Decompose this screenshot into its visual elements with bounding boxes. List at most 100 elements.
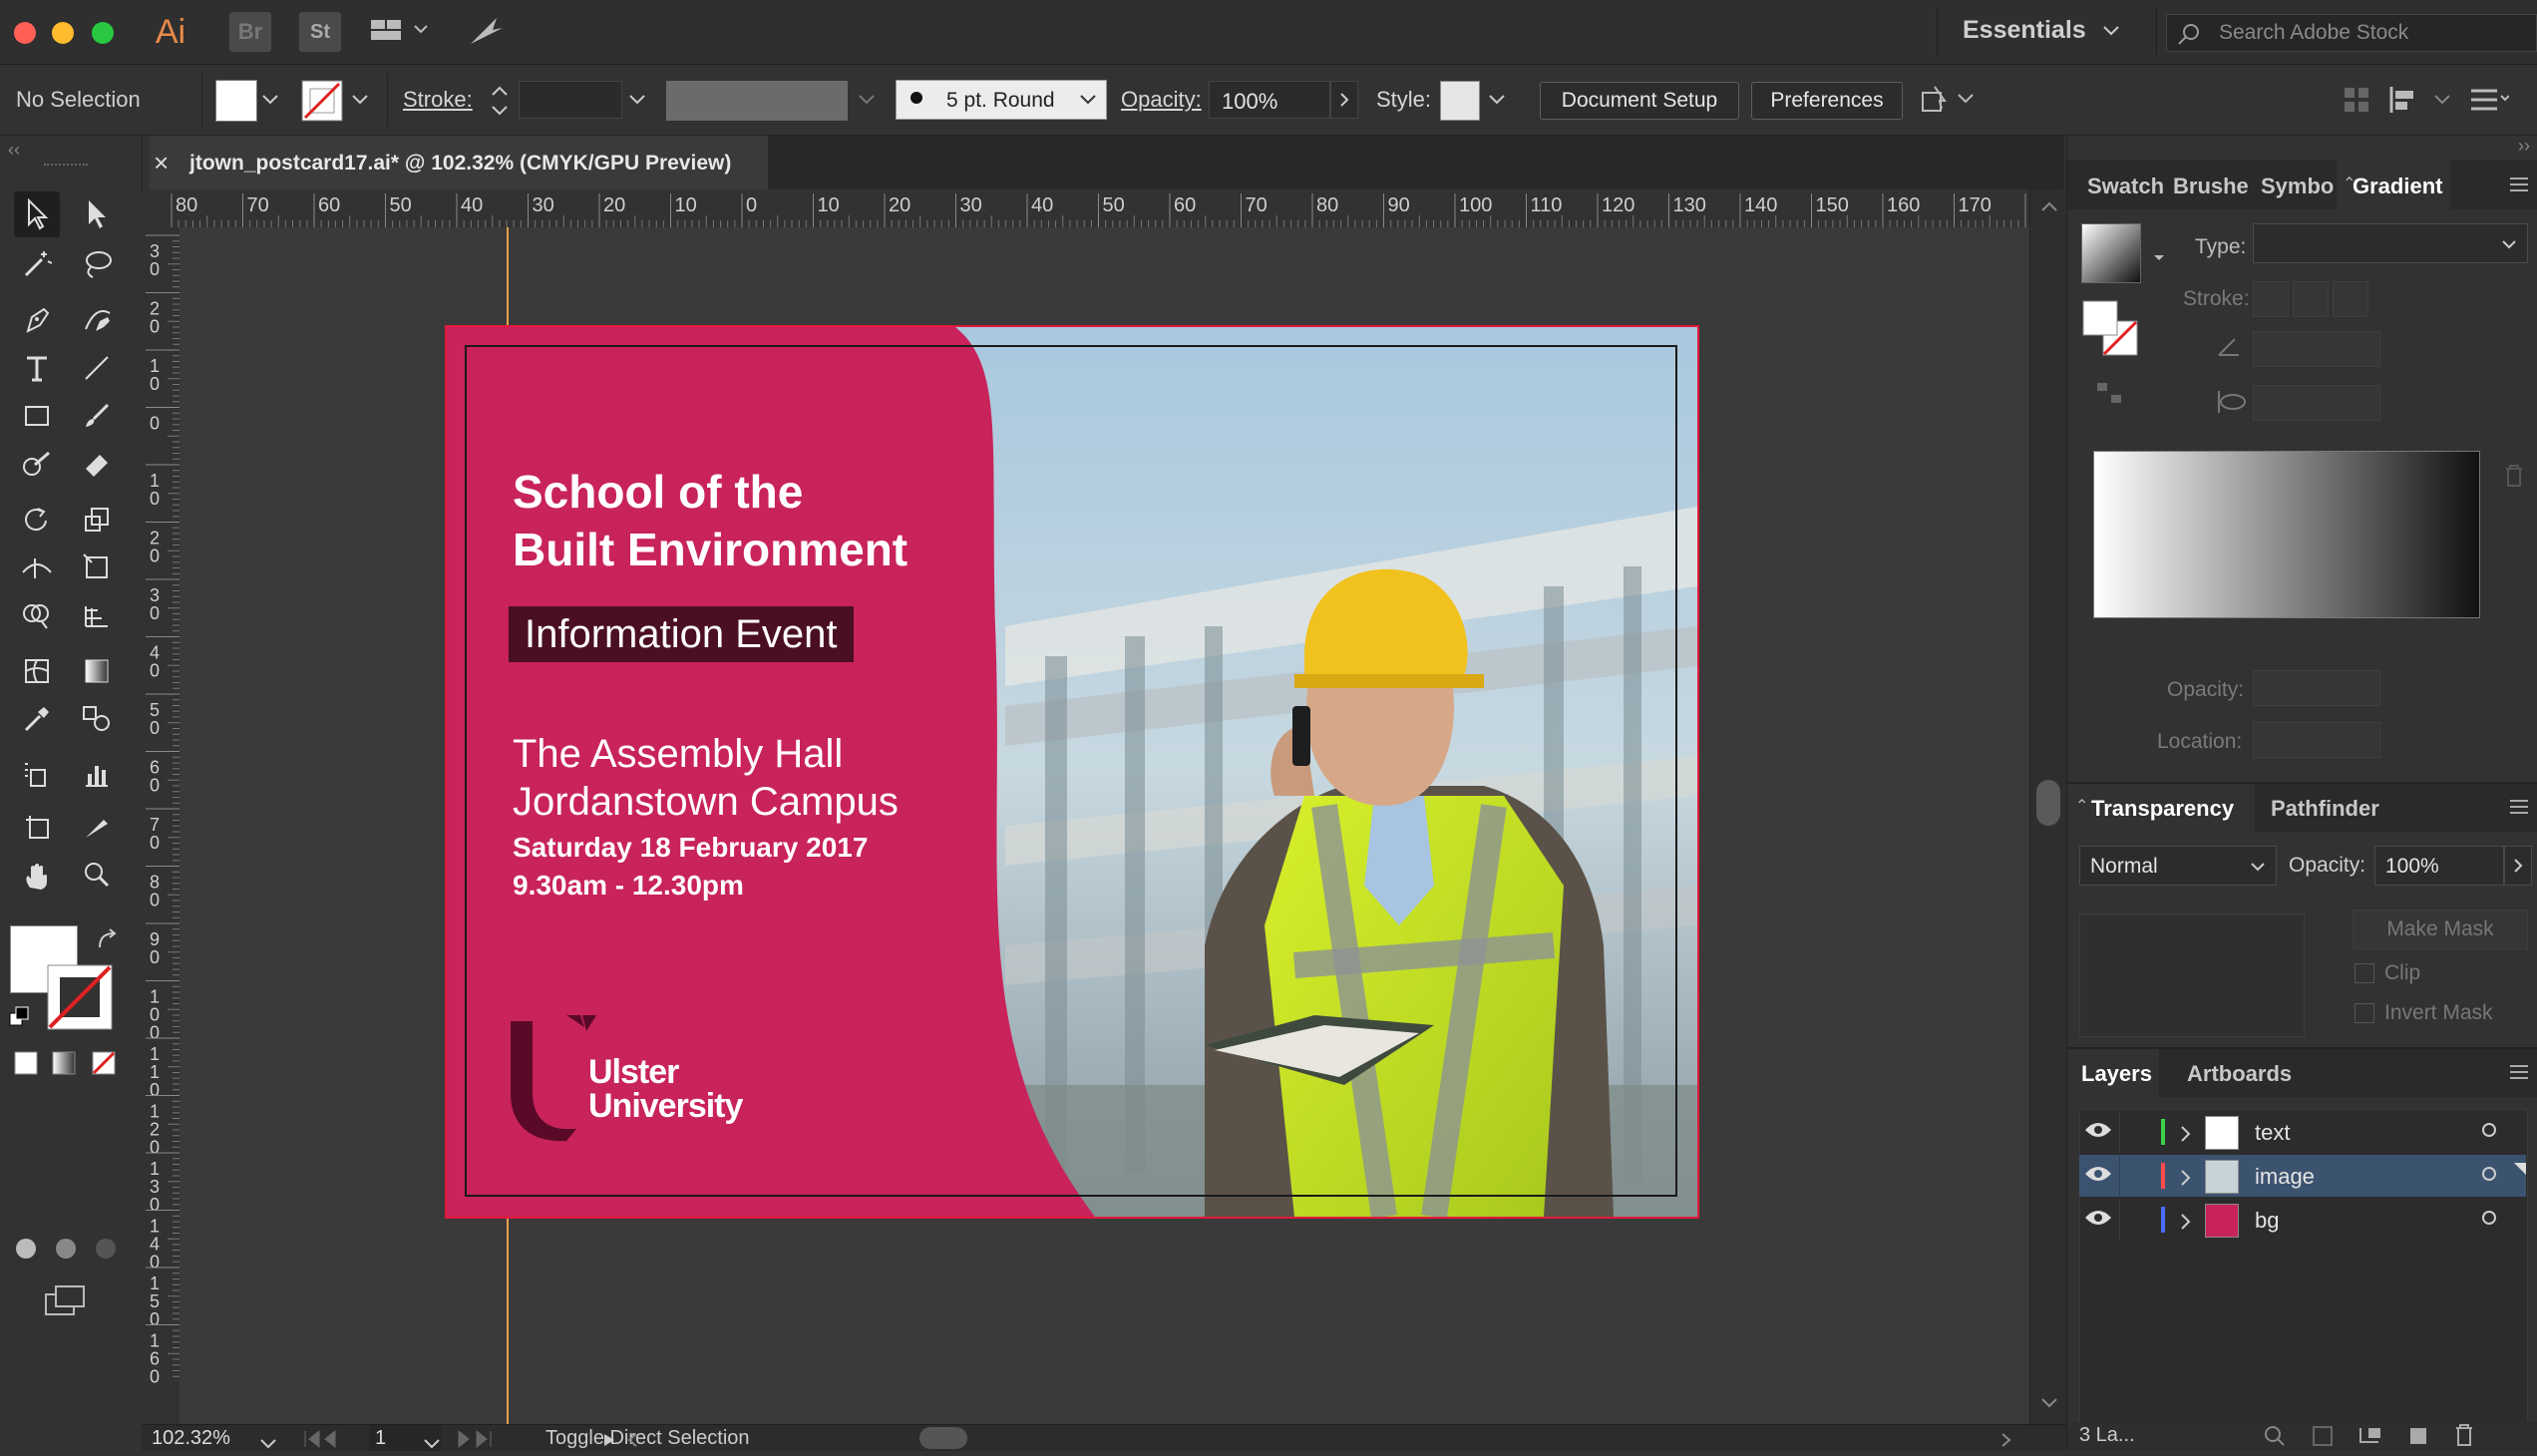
eraser-tool-icon[interactable]: [74, 441, 120, 487]
vertical-ruler[interactable]: 3020100102030405060708090100110120130140…: [142, 227, 181, 1424]
tab-transparency[interactable]: ⌃ Transparency: [2067, 784, 2255, 832]
align-icon[interactable]: [2342, 85, 2371, 115]
artboard-tool-icon[interactable]: [14, 804, 60, 850]
zoom-dropdown-icon[interactable]: [259, 1433, 277, 1456]
preferences-button[interactable]: Preferences: [1751, 82, 1903, 120]
width-tool-icon[interactable]: [14, 545, 60, 590]
rectangle-tool-icon[interactable]: [14, 393, 60, 439]
artboard-dropdown-icon[interactable]: [423, 1433, 441, 1456]
collapse-tools-icon[interactable]: ‹‹: [8, 140, 20, 161]
close-window-button[interactable]: [14, 22, 36, 44]
variable-width-profile[interactable]: [666, 81, 848, 121]
gpu-performance-icon[interactable]: [467, 14, 507, 48]
postcard-artboard[interactable]: School of the Built Environment Informat…: [445, 325, 1699, 1219]
stroke-weight-stepper[interactable]: [487, 81, 513, 121]
tab-symbols[interactable]: Symbo: [2261, 174, 2334, 199]
transparency-opacity-field[interactable]: 100%: [2374, 846, 2504, 886]
new-sublayer-icon[interactable]: [2356, 1424, 2384, 1453]
layer-row-text[interactable]: text: [2079, 1111, 2526, 1153]
transparency-options-icon[interactable]: [2508, 798, 2530, 816]
target-icon[interactable]: [2482, 1167, 2496, 1181]
slice-tool-icon[interactable]: [74, 804, 120, 850]
draw-normal-icon[interactable]: [14, 1237, 38, 1261]
tab-artboards[interactable]: Artboards: [2187, 1061, 2292, 1087]
blend-tool-icon[interactable]: [74, 696, 120, 742]
rotate-tool-icon[interactable]: [14, 497, 60, 543]
visibility-eye-icon[interactable]: [2083, 1207, 2113, 1235]
layers-options-icon[interactable]: [2508, 1063, 2530, 1081]
opacity-arrow-button[interactable]: [1330, 81, 1358, 119]
gradient-mode-icon[interactable]: [52, 1051, 76, 1075]
make-clipping-mask-icon[interactable]: [2311, 1424, 2335, 1453]
color-mode-icon[interactable]: [14, 1051, 38, 1075]
stroke-weight-dropdown-icon[interactable]: [628, 93, 646, 107]
column-graph-tool-icon[interactable]: [74, 752, 120, 798]
opacity-field[interactable]: 100%: [1209, 81, 1330, 119]
first-artboard-icon[interactable]: [303, 1429, 359, 1455]
document-tab[interactable]: × jtown_postcard17.ai* @ 102.32% (CMYK/G…: [150, 136, 768, 189]
zoom-level-field[interactable]: 102.32%: [152, 1427, 230, 1450]
target-icon[interactable]: [2482, 1211, 2496, 1225]
panel-options-icon[interactable]: [2508, 176, 2530, 193]
magic-wand-tool-icon[interactable]: [14, 241, 60, 287]
expand-layer-icon[interactable]: [2179, 1123, 2191, 1149]
line-segment-tool-icon[interactable]: [74, 345, 120, 391]
new-layer-icon[interactable]: [2406, 1424, 2430, 1453]
none-mode-icon[interactable]: [92, 1051, 116, 1075]
venue[interactable]: The Assembly Hall Jordanstown Campus: [513, 730, 899, 826]
curvature-tool-icon[interactable]: [74, 297, 120, 343]
stroke-dropdown-icon[interactable]: [351, 93, 369, 107]
transparency-opacity-arrow[interactable]: [2504, 846, 2532, 886]
scroll-up-icon[interactable]: [2040, 199, 2058, 217]
visibility-eye-icon[interactable]: [2083, 1163, 2113, 1191]
expand-panels-icon[interactable]: ››: [2518, 136, 2530, 157]
target-icon[interactable]: [2482, 1123, 2496, 1137]
screen-mode-icon[interactable]: [44, 1284, 88, 1318]
scroll-right-icon[interactable]: [2000, 1431, 2012, 1454]
layer-name[interactable]: image: [2255, 1164, 2315, 1190]
arrange-documents-icon[interactable]: [369, 16, 429, 46]
select-similar-icon[interactable]: [1919, 83, 1983, 119]
fill-swatch[interactable]: [215, 80, 257, 122]
vertical-scrollbar[interactable]: [2029, 189, 2067, 1424]
layer-name[interactable]: bg: [2255, 1208, 2279, 1234]
opacity-label[interactable]: Opacity:: [1121, 87, 1202, 113]
gradient-preview-slider[interactable]: [2093, 451, 2480, 618]
blend-mode-select[interactable]: Normal: [2079, 846, 2277, 886]
swap-fill-stroke-icon[interactable]: [96, 927, 120, 951]
shape-builder-tool-icon[interactable]: [14, 592, 60, 638]
zoom-window-button[interactable]: [92, 22, 114, 44]
tab-pathfinder[interactable]: Pathfinder: [2271, 796, 2379, 822]
layer-row-image[interactable]: image: [2079, 1155, 2526, 1197]
horizontal-ruler[interactable]: 80 70 60 50 40 30 20 10 0 10 20 30 40 50 60 70 80 90 100 11…: [142, 189, 2029, 228]
gradient-type-select[interactable]: [2253, 223, 2528, 263]
free-transform-tool-icon[interactable]: [74, 545, 120, 590]
eyedropper-tool-icon[interactable]: [14, 696, 60, 742]
status-menu-icon[interactable]: [602, 1431, 616, 1454]
tab-layers[interactable]: Layers: [2067, 1049, 2159, 1097]
graphic-style-swatch[interactable]: [1440, 81, 1480, 121]
style-dropdown-icon[interactable]: [1488, 93, 1506, 107]
expand-layer-icon[interactable]: [2179, 1211, 2191, 1237]
chevron-down-icon[interactable]: [2102, 24, 2120, 38]
tab-brushes[interactable]: Brushe: [2173, 174, 2249, 199]
stroke-none-swatch[interactable]: [301, 80, 343, 122]
date-time[interactable]: Saturday 18 February 2017 9.30am - 12.30…: [513, 829, 868, 905]
type-tool-icon[interactable]: [14, 345, 60, 391]
default-fill-stroke-icon[interactable]: [8, 1005, 32, 1029]
gradient-tool-icon[interactable]: [74, 648, 120, 694]
expand-layer-icon[interactable]: [2179, 1167, 2191, 1193]
minimize-window-button[interactable]: [52, 22, 74, 44]
paintbrush-tool-icon[interactable]: [74, 393, 120, 439]
lasso-tool-icon[interactable]: [74, 241, 120, 287]
scale-tool-icon[interactable]: [74, 497, 120, 543]
document-setup-button[interactable]: Document Setup: [1540, 82, 1739, 120]
close-tab-icon[interactable]: ×: [154, 148, 169, 179]
zoom-tool-icon[interactable]: [74, 852, 120, 898]
tab-swatches[interactable]: Swatch: [2087, 174, 2164, 199]
stroke-weight-field[interactable]: [519, 81, 622, 119]
horizontal-scroll-thumb[interactable]: [919, 1427, 967, 1449]
panel-menu-icon[interactable]: [2469, 85, 2509, 115]
gradient-thumbnail-dropdown-icon[interactable]: [2153, 249, 2165, 267]
bridge-button[interactable]: Br: [229, 12, 271, 52]
